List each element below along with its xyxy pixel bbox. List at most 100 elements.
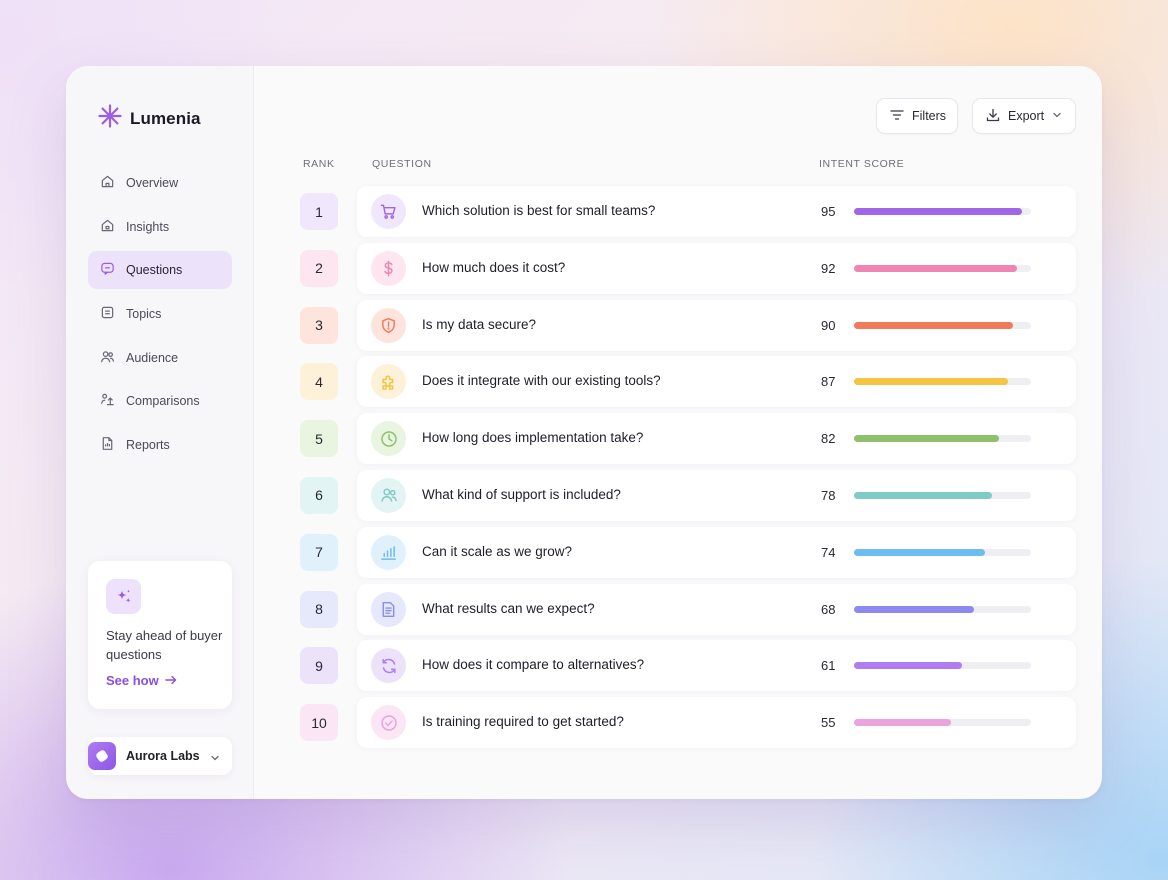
intent-score-fill	[854, 491, 993, 499]
question-card[interactable]: Can it scale as we grow? 74	[357, 526, 1076, 578]
question-row[interactable]: 3 Is my data secure? 90	[300, 299, 1076, 351]
sidebar-item-label: Insights	[126, 219, 170, 234]
question-text: Does it integrate with our existing tool…	[422, 373, 661, 389]
intent-score-fill	[854, 435, 1000, 443]
intent-score-bar	[854, 662, 1031, 670]
sidebar-item-label: Reports	[126, 438, 170, 453]
refresh-icon	[371, 648, 406, 684]
intent-score-fill	[854, 662, 962, 670]
column-header-rank: RANK	[303, 158, 335, 170]
sidebar-item-overview[interactable]: Overview	[88, 164, 232, 202]
see-how-link[interactable]: See how	[106, 673, 177, 688]
intent-score-value: 95	[821, 204, 836, 219]
question-card[interactable]: Does it integrate with our existing tool…	[357, 356, 1076, 408]
question-row[interactable]: 2 How much does it cost? 92	[300, 242, 1076, 294]
intent-score-bar	[854, 435, 1031, 443]
intent-score-bar	[854, 378, 1031, 386]
intent-score-fill	[854, 378, 1008, 386]
check-circle-icon	[371, 705, 406, 741]
clock-icon	[371, 421, 406, 457]
rank-badge: 8	[300, 590, 338, 628]
rank-badge: 5	[300, 420, 338, 458]
sidebar-item-label: Questions	[126, 263, 183, 278]
export-button[interactable]: Export	[972, 98, 1076, 134]
question-text: Which solution is best for small teams?	[422, 203, 656, 218]
rank-badge: 10	[300, 704, 338, 742]
question-row[interactable]: 6 What kind of support is included? 78	[300, 469, 1076, 521]
sidebar-item-label: Topics	[126, 307, 162, 322]
bookmark-box-icon	[100, 305, 115, 323]
column-header-question: QUESTION	[372, 158, 432, 170]
question-text: How long does implementation take?	[422, 430, 644, 446]
sidebar-item-reports[interactable]: Reports	[88, 426, 232, 464]
filters-label: Filters	[912, 109, 947, 123]
intent-score-bar	[854, 321, 1031, 329]
sidebar-item-label: Overview	[126, 176, 179, 190]
filters-button[interactable]: Filters	[876, 98, 958, 134]
rank-badge: 4	[300, 363, 338, 401]
rank-badge: 2	[300, 249, 338, 287]
sidebar-item-label: Audience	[126, 350, 179, 365]
intent-score-bar	[854, 719, 1031, 727]
chevron-down-icon	[210, 750, 220, 768]
question-card[interactable]: Is training required to get started? 55	[357, 697, 1076, 749]
brand-name: Lumenia	[130, 108, 201, 128]
question-card[interactable]: What kind of support is included? 78	[357, 469, 1076, 521]
arrow-right-icon	[165, 673, 177, 688]
question-text: How much does it cost?	[422, 259, 566, 275]
question-row[interactable]: 7 Can it scale as we grow? 74	[300, 526, 1076, 578]
question-row[interactable]: 1 Which solution is best for small teams…	[300, 186, 1076, 237]
question-card[interactable]: Which solution is best for small teams? …	[357, 186, 1076, 237]
question-card[interactable]: How does it compare to alternatives? 61	[357, 640, 1076, 692]
intent-score-bar	[854, 208, 1031, 215]
chevron-down-icon	[1052, 109, 1062, 123]
question-text: What kind of support is included?	[422, 486, 621, 502]
intent-score-fill	[854, 605, 975, 613]
workspace-switcher[interactable]: Aurora Labs	[88, 737, 232, 775]
intent-score-bar	[854, 605, 1031, 613]
sidebar: Lumenia Overview Insights Questions Topi…	[66, 66, 254, 799]
question-card[interactable]: How much does it cost? 92	[357, 242, 1076, 294]
sidebar-item-insights[interactable]: Insights	[88, 208, 232, 246]
sidebar-item-comparisons[interactable]: Comparisons	[88, 382, 232, 420]
intent-score-fill	[854, 208, 1023, 215]
dollar-icon	[371, 250, 406, 286]
intent-score-value: 90	[821, 317, 836, 333]
promo-text: Stay ahead of buyer questions	[106, 628, 223, 662]
question-list: 1 Which solution is best for small teams…	[300, 186, 1076, 754]
rank-badge: 7	[300, 533, 338, 571]
question-card[interactable]: How long does implementation take? 82	[357, 413, 1076, 465]
question-row[interactable]: 8 What results can we expect? 68	[300, 583, 1076, 635]
question-card[interactable]: Is my data secure? 90	[357, 299, 1076, 351]
sidebar-item-audience[interactable]: Audience	[88, 339, 232, 377]
rank-badge: 6	[300, 476, 338, 514]
report-icon	[100, 436, 115, 454]
column-header-intent-score: INTENT SCORE	[819, 158, 905, 170]
intent-score-value: 68	[821, 601, 836, 617]
intent-score-value: 92	[821, 260, 836, 276]
intent-score-bar	[854, 548, 1031, 556]
question-row[interactable]: 4 Does it integrate with our existing to…	[300, 356, 1076, 408]
intent-score-fill	[854, 264, 1017, 272]
intent-score-value: 82	[821, 431, 836, 447]
intent-score-value: 87	[821, 374, 836, 390]
app-window: Lumenia Overview Insights Questions Topi…	[66, 66, 1102, 799]
sparkles-icon	[106, 579, 141, 614]
question-row[interactable]: 9 How does it compare to alternatives? 6…	[300, 640, 1076, 692]
puzzle-icon	[371, 364, 406, 400]
sidebar-item-questions[interactable]: Questions	[88, 251, 232, 290]
compare-icon	[100, 392, 115, 410]
promo-card: Stay ahead of buyer questions See how	[88, 561, 232, 709]
insights-home-icon	[100, 218, 115, 236]
question-card[interactable]: What results can we expect? 68	[357, 583, 1076, 635]
brand[interactable]: Lumenia	[98, 104, 201, 133]
question-row[interactable]: 10 Is training required to get started? …	[300, 697, 1076, 749]
sparkle-logo-icon	[98, 104, 122, 133]
cart-icon	[371, 194, 406, 229]
filter-icon	[890, 109, 904, 124]
intent-score-fill	[854, 719, 952, 727]
intent-score-value: 74	[821, 544, 836, 560]
sidebar-item-topics[interactable]: Topics	[88, 295, 232, 333]
intent-score-value: 78	[821, 487, 836, 503]
question-row[interactable]: 5 How long does implementation take? 82	[300, 413, 1076, 465]
